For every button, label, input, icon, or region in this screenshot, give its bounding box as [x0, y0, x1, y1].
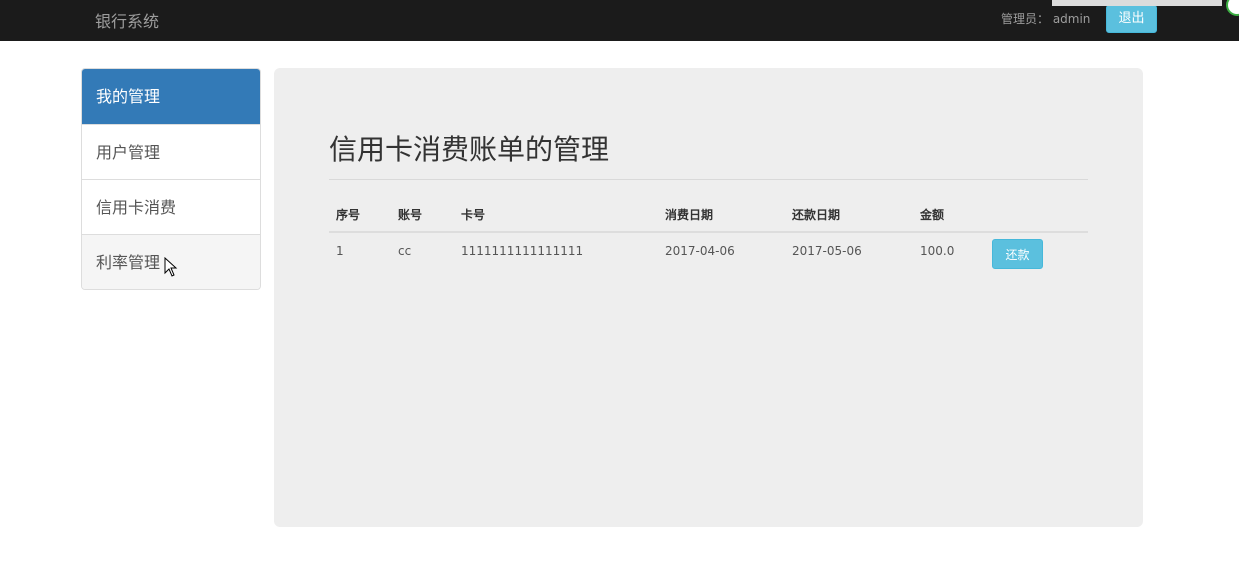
logout-button[interactable]: 退出 [1106, 5, 1157, 33]
cell-action: 还款 [985, 232, 1088, 269]
repay-button[interactable]: 还款 [992, 239, 1043, 269]
header-account: 账号 [391, 198, 454, 233]
mouse-cursor-icon [164, 257, 178, 277]
top-navbar: 银行系统 管理员： admin 退出 [0, 0, 1239, 41]
page-title: 信用卡消费账单的管理 [329, 133, 610, 166]
header-spend-date: 消费日期 [658, 198, 785, 233]
overlay-circle-icon [1226, 0, 1239, 16]
overlay-decoration [1052, 0, 1222, 6]
cell-amount: 100.0 [920, 244, 955, 258]
sidebar-item-user-management[interactable]: 用户管理 [82, 124, 260, 179]
cell-spend-date: 2017-04-06 [665, 244, 735, 258]
sidebar-item-credit-card-spending[interactable]: 信用卡消费 [82, 179, 260, 234]
cell-index: 1 [336, 244, 344, 258]
header-card: 卡号 [454, 198, 658, 233]
header-amount: 金额 [913, 198, 985, 233]
bill-table: 序号 账号 卡号 消费日期 还款日期 金额 1 cc 1111111111111… [329, 198, 1088, 269]
sidebar-item-my-management[interactable]: 我的管理 [82, 69, 260, 124]
title-divider [329, 179, 1088, 180]
admin-label: 管理员： admin [1001, 12, 1091, 26]
cell-repay-date: 2017-05-06 [792, 244, 862, 258]
brand-title[interactable]: 银行系统 [95, 8, 159, 32]
table-row: 1 cc 1111111111111111 2017-04-06 2017-05… [329, 232, 1088, 269]
cell-account: cc [398, 244, 412, 258]
header-index: 序号 [329, 198, 391, 233]
cell-card: 1111111111111111 [461, 244, 584, 258]
header-action [985, 198, 1088, 233]
header-repay-date: 还款日期 [785, 198, 913, 233]
main-panel: 信用卡消费账单的管理 序号 账号 卡号 消费日期 还款日期 金额 1 cc 11… [274, 68, 1143, 527]
table-header-row: 序号 账号 卡号 消费日期 还款日期 金额 [329, 198, 1088, 233]
